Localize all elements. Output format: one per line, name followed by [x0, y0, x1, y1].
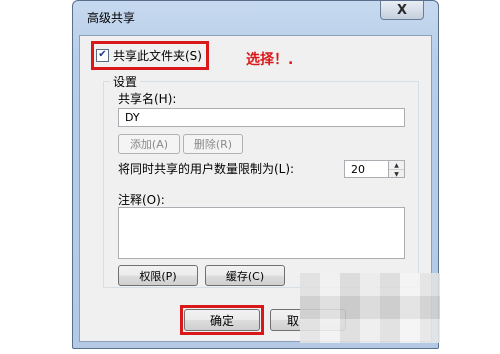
- share-name-value: DY: [125, 111, 140, 124]
- user-limit-value: 20: [351, 162, 365, 176]
- permissions-button[interactable]: 权限(P): [118, 265, 198, 286]
- close-icon: X: [396, 2, 408, 18]
- user-limit-input[interactable]: 20: [344, 160, 389, 178]
- annotation-text: 选择！.: [246, 52, 294, 68]
- caching-button[interactable]: 缓存(C): [205, 265, 285, 286]
- remove-button[interactable]: 删除(R): [183, 134, 243, 154]
- user-limit-label: 将同时共享的用户数量限制为(L):: [118, 162, 295, 176]
- spin-up-icon[interactable]: ▲: [389, 161, 404, 170]
- highlight-box-ok: [180, 305, 264, 335]
- add-button[interactable]: 添加(A): [118, 134, 180, 154]
- share-name-input[interactable]: DY: [118, 108, 405, 127]
- close-button[interactable]: X: [380, 1, 424, 20]
- spin-down-icon[interactable]: ▼: [389, 170, 404, 178]
- comment-textarea[interactable]: [118, 207, 405, 259]
- comment-label: 注释(O):: [118, 193, 165, 207]
- user-limit-spinner[interactable]: ▲ ▼: [388, 160, 405, 178]
- share-name-label: 共享名(H):: [118, 92, 177, 106]
- highlight-box-checkbox: [91, 41, 209, 70]
- mosaic-blur-overlay-shade: [300, 273, 440, 343]
- settings-group-title: 设置: [110, 73, 141, 90]
- dialog-title: 高级共享: [87, 11, 136, 25]
